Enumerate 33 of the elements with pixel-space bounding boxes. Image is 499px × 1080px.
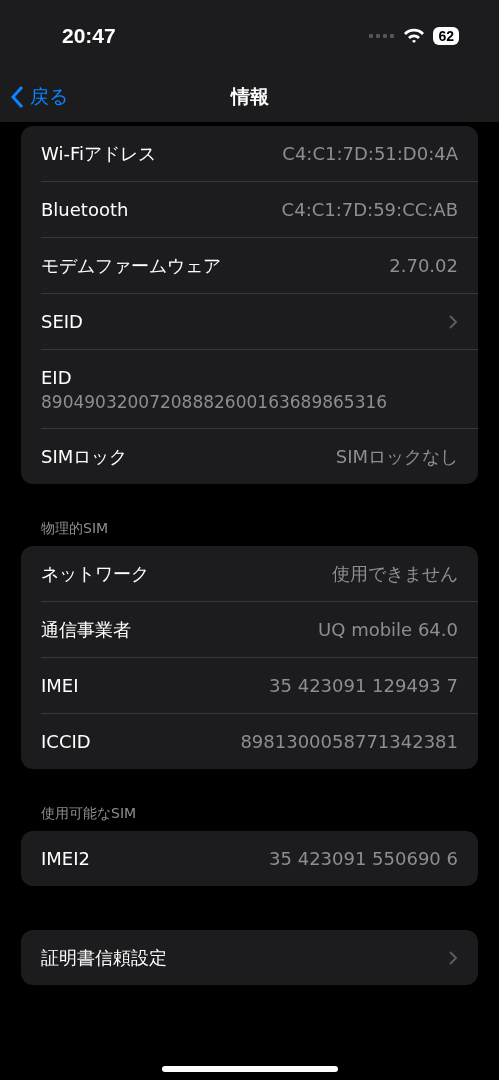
- row-value: 35 423091 129493 7: [269, 675, 458, 696]
- nav-title: 情報: [230, 84, 269, 109]
- row-value: 8981300058771342381: [240, 731, 458, 752]
- row-label: SIMロック: [41, 444, 128, 469]
- back-link[interactable]: 戻る: [10, 84, 231, 110]
- back-chevron-icon: [10, 85, 24, 109]
- row-label: ICCID: [41, 731, 91, 752]
- row-label: 通信事業者: [41, 617, 131, 642]
- row-value: C4:C1:7D:59:CC:AB: [281, 199, 458, 220]
- row-label: Wi-Fiアドレス: [41, 141, 156, 166]
- status-time: 20:47: [62, 24, 116, 48]
- chevron-icon: [448, 313, 458, 330]
- row-label: EID: [41, 366, 73, 388]
- row-value: 89049032007208882600163689865316: [41, 391, 389, 412]
- row-value: 使用できません: [332, 561, 458, 586]
- list-row[interactable]: SEID: [41, 293, 478, 349]
- row-value: 35 423091 550690 6: [269, 848, 458, 869]
- signal-icon: [369, 34, 396, 38]
- row-value: 2.70.02: [389, 255, 458, 276]
- row-label: IMEI2: [41, 848, 90, 869]
- section-header: 物理的SIM: [40, 519, 110, 538]
- chevron-icon: [448, 949, 458, 966]
- section-header: 使用可能なSIM: [40, 804, 138, 823]
- row-value: UQ mobile 64.0: [318, 619, 458, 640]
- list-row[interactable]: 証明書信頼設定: [41, 930, 478, 985]
- row-label: Bluetooth: [41, 199, 129, 220]
- row-value: C4:C1:7D:51:D0:4A: [282, 143, 458, 164]
- battery-level: 62: [433, 27, 459, 45]
- row-value: SIMロックなし: [335, 444, 458, 469]
- row-label: ネットワーク: [41, 561, 149, 586]
- wifi-icon: [403, 28, 426, 44]
- row-label: IMEI: [41, 675, 79, 696]
- row-label: モデムファームウェア: [41, 253, 221, 278]
